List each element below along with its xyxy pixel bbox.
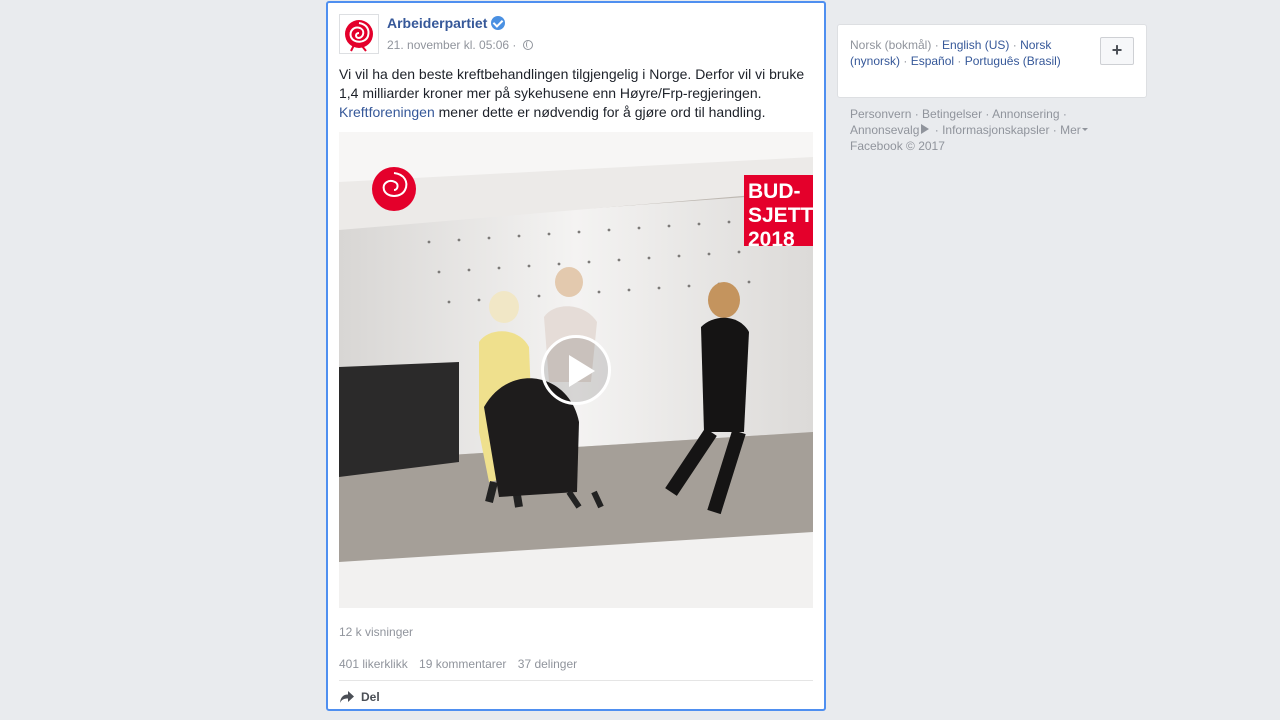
video-player[interactable]: BUD- SJETT 2018 [339,132,813,608]
footer-more[interactable]: Mer [1060,123,1088,137]
add-language-button[interactable]: + [1100,37,1134,65]
current-language: Norsk (bokmål) [850,38,932,52]
page-name-link[interactable]: Arbeiderpartiet [387,15,506,31]
footer-terms[interactable]: Betingelser [922,107,982,121]
post-text-main: Vi vil ha den beste kreftbehandlingen ti… [339,66,805,101]
comments-count[interactable]: 19 kommentarer [419,657,506,671]
mention-link[interactable]: Kreftforeningen [339,104,435,120]
video-post-card: Arbeiderpartiet 21. november kl. 05:06 ·… [326,1,826,711]
share-label: Del [361,690,380,704]
shares-count[interactable]: 37 delinger [518,657,577,671]
rose-logo-icon [345,20,373,52]
adchoices-label: Annonsevalg [850,123,920,137]
post-text: Vi vil ha den beste kreftbehandlingen ti… [339,65,813,122]
meta-separator: · [512,38,517,52]
copyright: Facebook © 2017 [850,139,945,153]
share-button[interactable]: Del [339,689,380,705]
footer-advertising[interactable]: Annonsering [992,107,1059,121]
verified-badge-icon [491,16,506,30]
language-selector: Norsk (bokmål) · English (US) · Norsk (n… [837,24,1147,98]
adchoices-icon [921,124,930,134]
footer-cookies[interactable]: Informasjonskapsler [942,123,1049,137]
footer-adchoices[interactable]: Annonsevalg [850,123,931,137]
page-name: Arbeiderpartiet [387,15,488,31]
more-label: Mer [1060,123,1081,137]
actions-divider [339,680,813,681]
language-portugues[interactable]: Português (Brasil) [965,54,1061,68]
footer-links: Personvern · Betingelser · Annonsering ·… [850,106,1110,154]
view-count: 12 k visninger [339,625,414,639]
share-arrow-icon [340,691,354,703]
language-espanol[interactable]: Español [911,54,954,68]
language-english[interactable]: English (US) [942,38,1009,52]
engagement-stats: 401 likerklikk 19 kommentarer 37 delinge… [339,657,585,671]
globe-icon[interactable] [522,40,533,50]
footer-privacy[interactable]: Personvern [850,107,911,121]
post-text-end: mener dette er nødvendig for å gjøre ord… [434,104,766,120]
post-meta: 21. november kl. 05:06 · [387,38,533,52]
play-button-icon[interactable] [541,335,611,405]
budget-2018-badge: BUD- SJETT 2018 [744,175,813,246]
post-header: Arbeiderpartiet 21. november kl. 05:06 · [339,13,813,57]
page-avatar[interactable] [339,14,379,54]
likes-count[interactable]: 401 likerklikk [339,657,408,671]
post-timestamp[interactable]: 21. november kl. 05:06 [387,38,509,52]
caret-down-icon [1081,128,1088,131]
language-list: Norsk (bokmål) · English (US) · Norsk (n… [850,38,1061,68]
